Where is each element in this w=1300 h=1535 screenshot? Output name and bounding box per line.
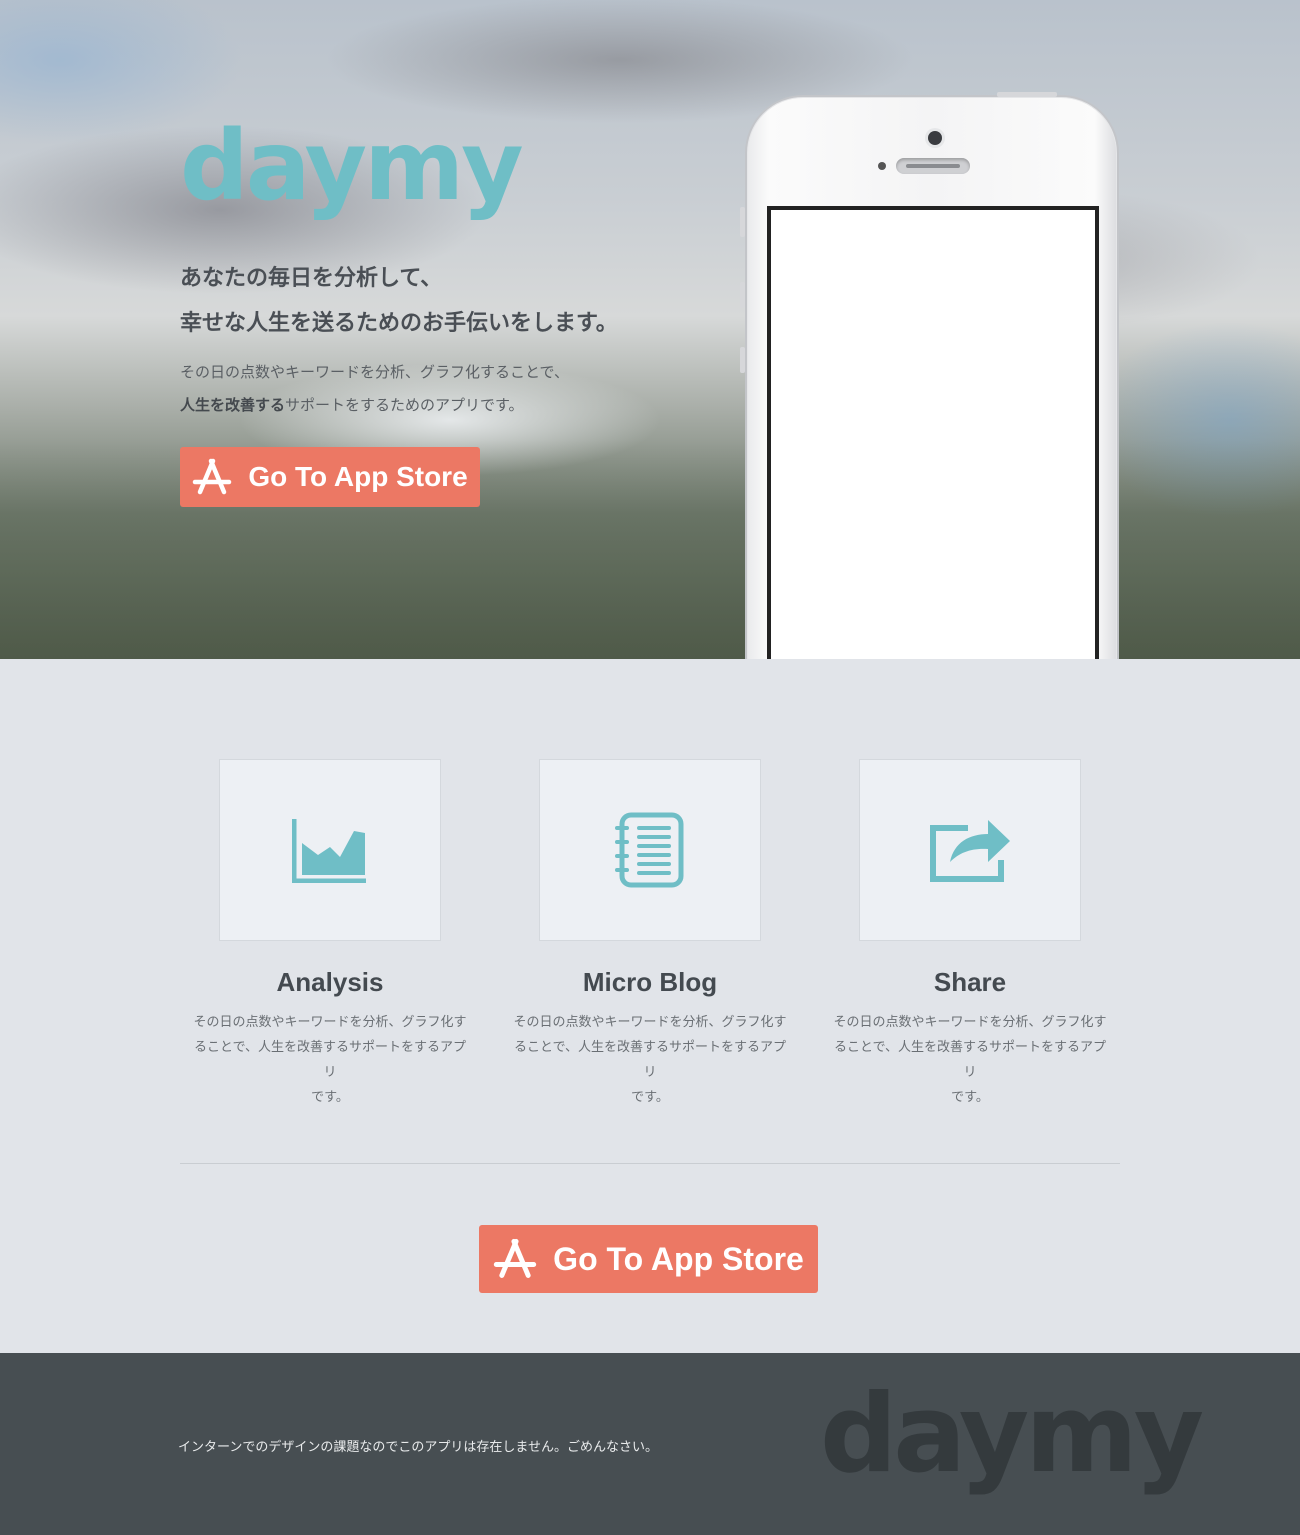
feature-description: その日の点数やキーワードを分析、グラフ化す ることで、人生を改善するサポートをす… — [190, 1010, 470, 1110]
feature-share: Share その日の点数やキーワードを分析、グラフ化す ることで、人生を改善する… — [820, 759, 1120, 1110]
hero-headline: あなたの毎日を分析して、 幸せな人生を送るためのお手伝いをします。 — [180, 256, 700, 346]
feature-icon-box — [539, 759, 761, 941]
hero-description-line1: その日の点数やキーワードを分析、グラフ化することで、 — [180, 363, 569, 381]
hero-description-emphasis: 人生を改善する — [180, 396, 286, 414]
area-chart-icon — [292, 819, 366, 883]
feature-description-line: その日の点数やキーワードを分析、グラフ化す — [193, 1015, 467, 1030]
notebook-icon — [615, 812, 684, 888]
feature-micro-blog: Micro Blog その日の点数やキーワードを分析、グラフ化す ることで、人生… — [500, 759, 800, 1110]
iphone-mockup — [740, 92, 1119, 659]
phone-volume-up — [740, 282, 745, 308]
phone-sensor — [878, 162, 886, 170]
phone-volume-down — [740, 347, 745, 373]
hero-headline-line2: 幸せな人生を送るためのお手伝いをします。 — [180, 311, 618, 336]
hero-section: daymy あなたの毎日を分析して、 幸せな人生を送るためのお手伝いをします。 … — [0, 0, 1300, 659]
feature-description-line: その日の点数やキーワードを分析、グラフ化す — [833, 1015, 1107, 1030]
feature-title: Share — [933, 967, 1007, 997]
phone-camera — [928, 131, 942, 145]
bottom-app-store-button-label: Go To App Store — [553, 1240, 804, 1277]
feature-title: Micro Blog — [582, 967, 718, 997]
feature-description-line: ることで、人生を改善するサポートをするアプリ — [193, 1040, 467, 1080]
hero-description: その日の点数やキーワードを分析、グラフ化することで、 人生を改善するサポートをす… — [180, 356, 680, 422]
share-icon — [930, 820, 1010, 882]
feature-title: Analysis — [276, 967, 384, 997]
feature-description-line: です。 — [311, 1090, 349, 1105]
footer-logo: daymy — [820, 1372, 1204, 1497]
phone-mute-switch — [740, 207, 745, 237]
feature-icon-box — [859, 759, 1081, 941]
phone-speaker — [896, 158, 970, 174]
hero-app-store-button-label: Go To App Store — [248, 461, 468, 492]
feature-description-line: です。 — [631, 1090, 669, 1105]
feature-description-line: その日の点数やキーワードを分析、グラフ化す — [513, 1015, 787, 1030]
feature-analysis: Analysis その日の点数やキーワードを分析、グラフ化す ることで、人生を改… — [180, 759, 480, 1110]
hero-description-rest: サポートをするためのアプリです。 — [285, 396, 524, 414]
feature-description: その日の点数やキーワードを分析、グラフ化す ることで、人生を改善するサポートをす… — [830, 1010, 1110, 1110]
phone-screen — [767, 206, 1099, 659]
hero-headline-line1: あなたの毎日を分析して、 — [180, 266, 443, 291]
brand-logo: daymy — [180, 110, 524, 222]
feature-description-line: ることで、人生を改善するサポートをするアプリ — [833, 1040, 1107, 1080]
feature-description: その日の点数やキーワードを分析、グラフ化す ることで、人生を改善するサポートをす… — [510, 1010, 790, 1110]
feature-description-line: ることで、人生を改善するサポートをするアプリ — [513, 1040, 787, 1080]
bottom-app-store-button[interactable]: Go To App Store — [479, 1225, 818, 1293]
feature-icon-box — [219, 759, 441, 941]
app-store-icon — [493, 1238, 537, 1278]
app-store-icon — [193, 458, 232, 495]
hero-app-store-button[interactable]: Go To App Store — [180, 447, 480, 507]
phone-power-button — [997, 92, 1057, 97]
footer: インターンでのデザインの課題なのでこのアプリは存在しません。ごめんなさい。 da… — [0, 1353, 1300, 1535]
feature-description-line: です。 — [951, 1090, 989, 1105]
section-divider — [180, 1163, 1120, 1164]
footer-note: インターンでのデザインの課題なのでこのアプリは存在しません。ごめんなさい。 — [178, 1440, 658, 1455]
hero-description-line2: 人生を改善するサポートをするためのアプリです。 — [180, 389, 680, 422]
